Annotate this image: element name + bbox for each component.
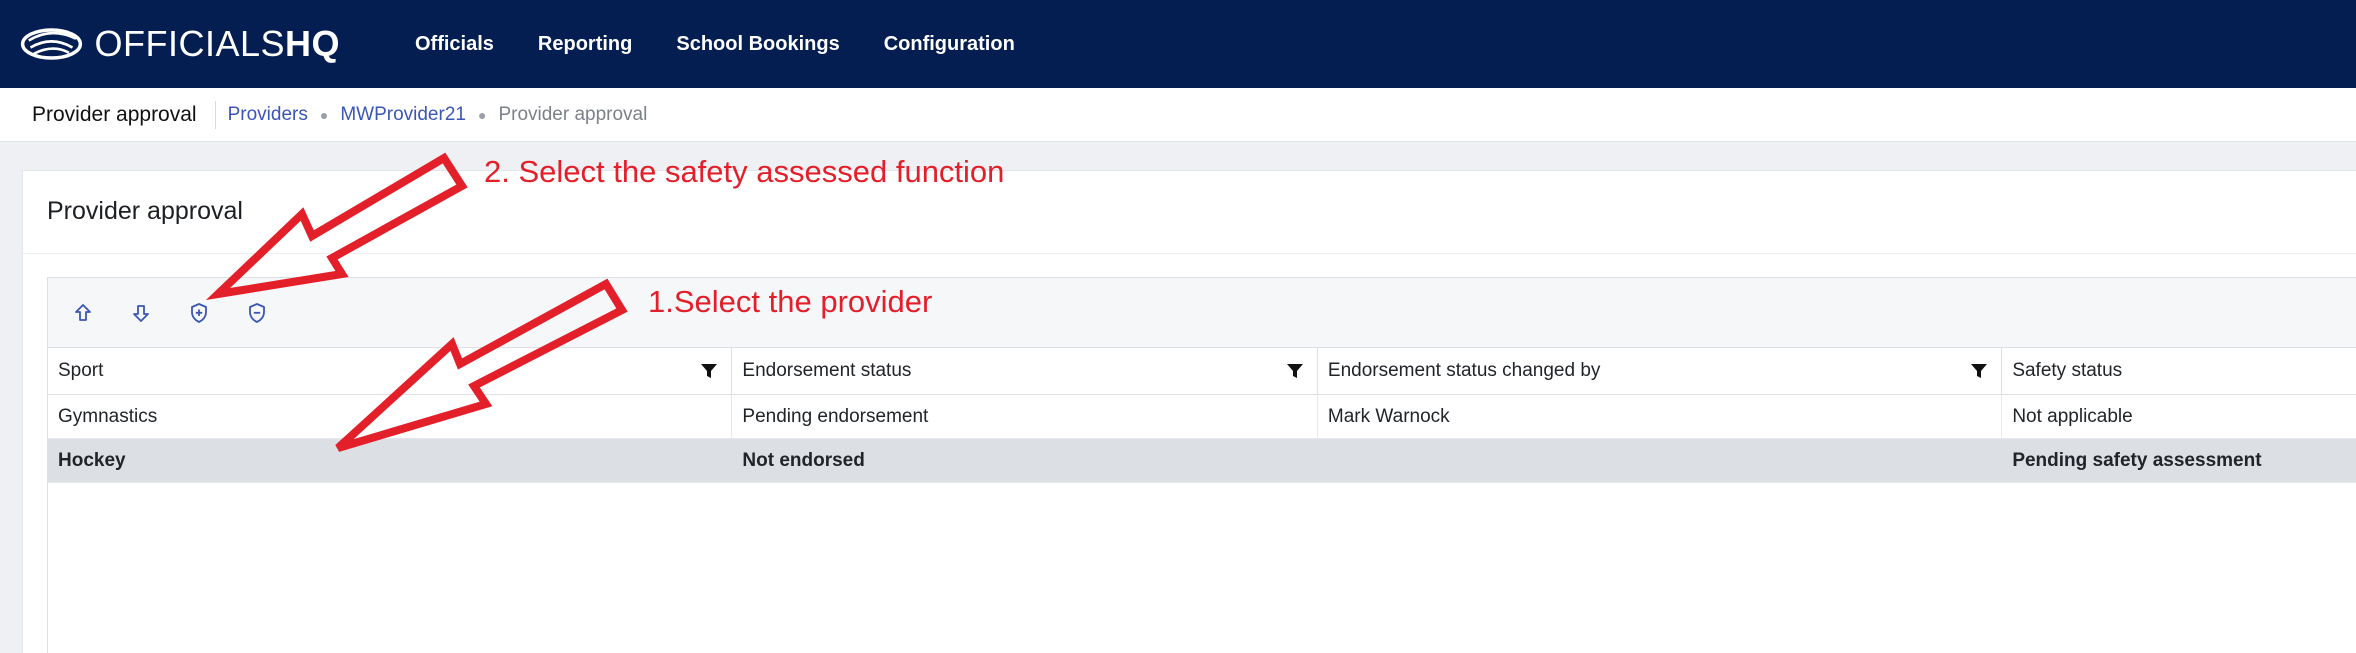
move-down-button[interactable] [128,300,154,326]
table-row-selected[interactable]: Hockey Not endorsed Pending safety asses… [48,439,2356,483]
breadcrumb-separator: ● [477,106,487,123]
cell-safety-status: Not applicable [2012,405,2133,427]
app-logo[interactable]: OFFICIALSHQ [20,0,340,88]
provider-approval-card: Provider approval Sport Endorsement stat… [22,170,2356,653]
nav-item-school-bookings[interactable]: School Bookings [676,33,839,56]
column-header-endorsement-status[interactable]: Endorsement status [732,348,1318,394]
arrow-down-icon [133,304,149,322]
cell-status-changed-by: Mark Warnock [1318,395,2003,438]
nav-item-officials[interactable]: Officials [415,33,494,56]
card-title: Provider approval [47,197,243,225]
filter-icon[interactable] [1969,361,1989,381]
provider-grid: Sport Endorsement status Endorsement sta… [47,277,2356,653]
cell-sport: Gymnastics [48,395,733,438]
logo-text: OFFICIALSHQ [94,23,340,64]
whistle-logo-icon [20,28,83,60]
column-header-sport[interactable]: Sport [48,348,733,394]
breadcrumb: Provider approval Providers ● MWProvider… [0,88,2356,142]
filter-icon[interactable] [699,361,719,381]
breadcrumb-separator: ● [319,106,329,123]
nav-item-configuration[interactable]: Configuration [884,33,1015,56]
breadcrumb-current: Provider approval [498,103,648,125]
column-label: Endorsement status [742,360,912,381]
top-navbar: OFFICIALSHQ Officials Reporting School B… [0,0,2356,88]
cell-endorsement-status: Pending endorsement [732,395,1318,438]
annotation-step1: 1.Select the provider [648,284,933,319]
breadcrumb-link-providers[interactable]: Providers [228,104,308,126]
column-label: Endorsement status changed by [1327,360,1601,381]
safety-assessed-button[interactable] [186,300,212,326]
column-label: Sport [58,360,104,381]
breadcrumb-link-provider[interactable]: MWProvider21 [340,104,466,126]
table-row[interactable]: Gymnastics Pending endorsement Mark Warn… [48,395,2356,439]
safety-revoke-button[interactable] [244,300,270,326]
cell-safety-status: Pending safety assessment [2012,449,2262,471]
shield-plus-icon [191,302,207,323]
cell-status-changed-by [1318,439,2003,482]
page-title: Provider approval [32,100,216,129]
column-label: Safety status [2012,360,2123,381]
shield-minus-icon [249,302,265,323]
arrow-up-icon [75,303,91,321]
cell-endorsement-status: Not endorsed [732,439,1318,482]
card-divider [23,253,2356,254]
grid-toolbar [48,278,2356,348]
filter-icon[interactable] [1285,361,1305,381]
cell-sport: Hockey [48,439,733,482]
column-header-safety-status[interactable]: Safety status [2002,348,2356,394]
annotation-step2: 2. Select the safety assessed function [484,154,1005,189]
table-header: Sport Endorsement status Endorsement sta… [48,348,2356,395]
nav-item-reporting[interactable]: Reporting [538,33,632,56]
move-up-button[interactable] [70,300,96,326]
column-header-status-changed-by[interactable]: Endorsement status changed by [1318,348,2003,394]
